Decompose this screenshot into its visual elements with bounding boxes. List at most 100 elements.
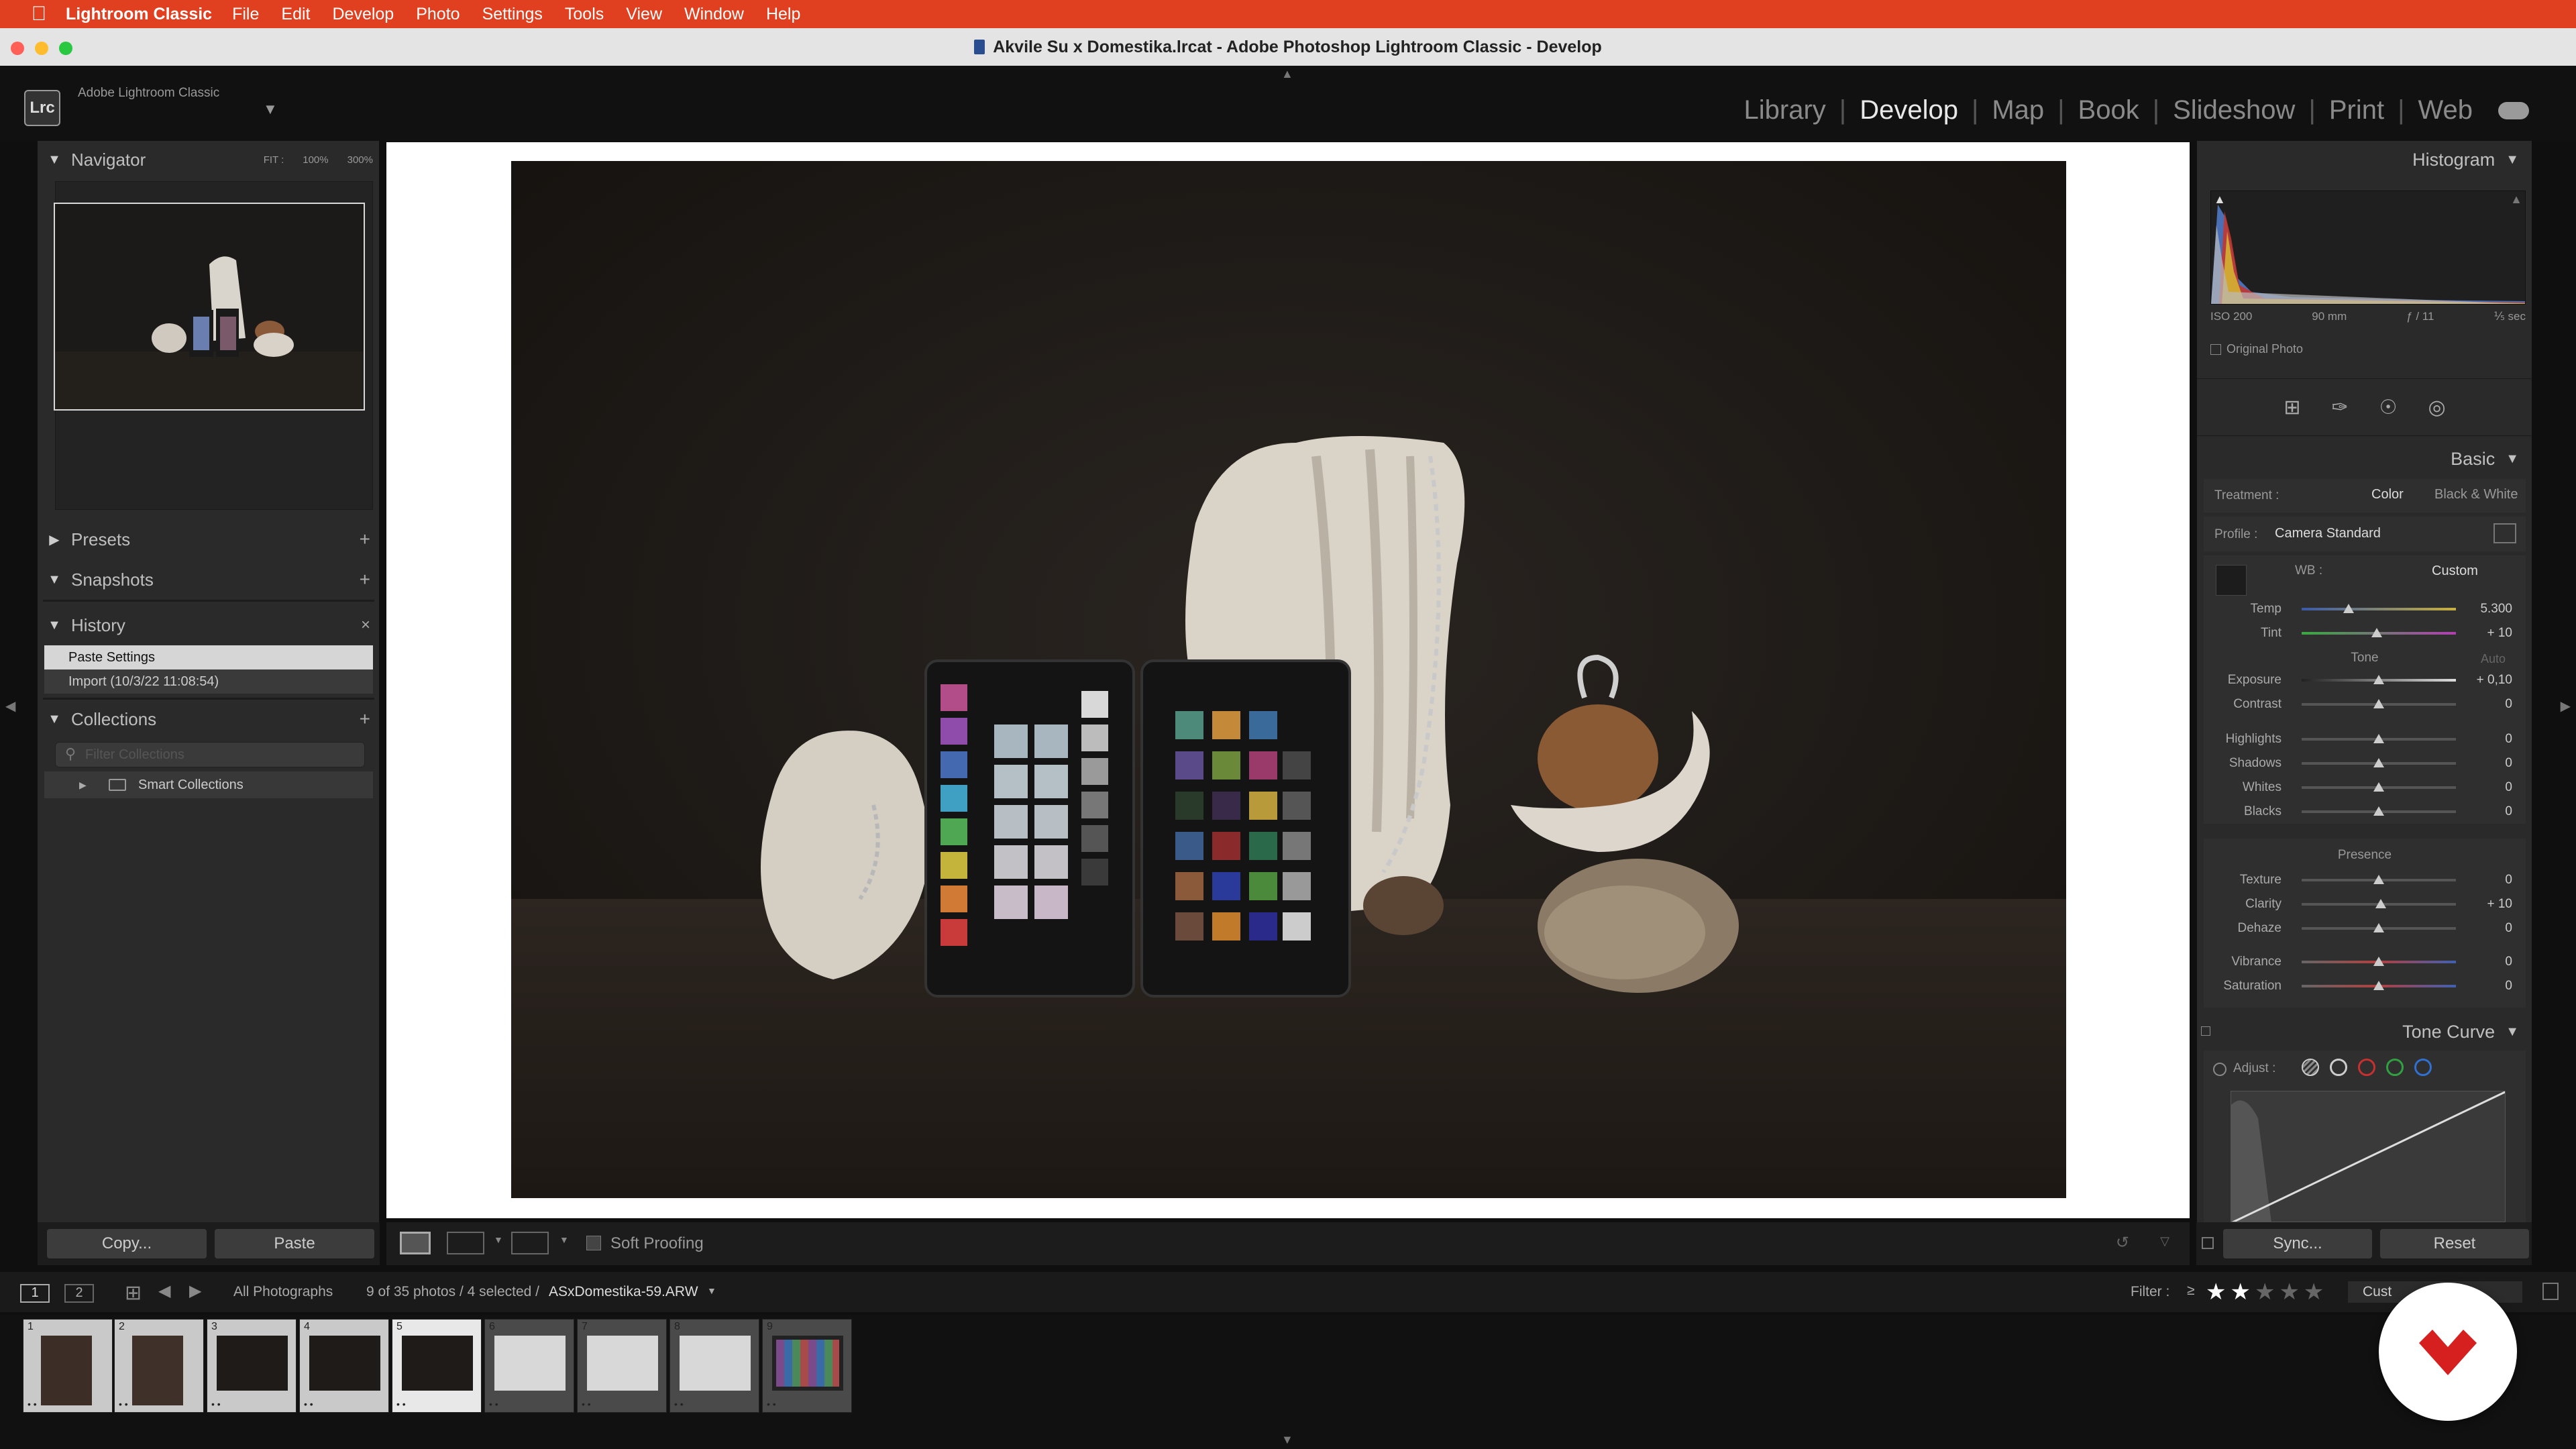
module-slideshow[interactable]: Slideshow <box>2159 95 2308 125</box>
forward-arrow-icon[interactable]: ▶ <box>189 1281 201 1301</box>
dehaze-thumb[interactable] <box>2373 923 2384 932</box>
copy-button[interactable]: Copy... <box>47 1229 207 1258</box>
zoom-window-button[interactable] <box>59 42 72 55</box>
profile-browser-icon[interactable] <box>2493 523 2516 543</box>
film-cell-6[interactable]: 6 • • <box>484 1319 574 1413</box>
dehaze-slider[interactable]: Dehaze 0 <box>2204 916 2526 941</box>
apple-icon[interactable]:  <box>25 3 52 25</box>
main-photo[interactable] <box>511 161 2066 1198</box>
highlights-thumb[interactable] <box>2373 734 2384 743</box>
shadows-value[interactable]: 0 <box>2505 756 2512 771</box>
history-header[interactable]: ▼ History × <box>38 606 380 644</box>
green-channel-icon[interactable] <box>2386 1059 2404 1076</box>
sync-toggle-icon[interactable] <box>2202 1237 2214 1249</box>
chevron-down-icon[interactable]: ▼ <box>494 1234 503 1245</box>
whites-value[interactable]: 0 <box>2505 780 2512 795</box>
point-curve-white-icon[interactable] <box>2330 1059 2347 1076</box>
saturation-value[interactable]: 0 <box>2505 979 2512 994</box>
film-cell-4[interactable]: 4 • • <box>299 1319 389 1413</box>
close-window-button[interactable] <box>11 42 24 55</box>
module-develop[interactable]: Develop <box>1846 95 1972 125</box>
tint-thumb[interactable] <box>2371 628 2382 637</box>
menu-view[interactable]: View <box>626 5 662 24</box>
red-channel-icon[interactable] <box>2358 1059 2375 1076</box>
yy-view-icon[interactable] <box>511 1232 549 1254</box>
contrast-value[interactable]: 0 <box>2505 697 2512 712</box>
contrast-slider[interactable]: Contrast 0 <box>2204 692 2526 716</box>
zoom-fit[interactable]: FIT : <box>264 154 284 166</box>
film-cell-2[interactable]: 2 • • <box>114 1319 204 1413</box>
menu-settings[interactable]: Settings <box>482 5 543 24</box>
module-print[interactable]: Print <box>2316 95 2398 125</box>
dehaze-value[interactable]: 0 <box>2505 921 2512 936</box>
temp-value[interactable]: 5.300 <box>2480 602 2512 616</box>
navigator-preview-image[interactable] <box>54 203 365 411</box>
parametric-curve-icon[interactable] <box>2302 1059 2319 1076</box>
source-label[interactable]: All Photographs <box>233 1284 333 1300</box>
cloud-icon[interactable] <box>2498 101 2529 119</box>
highlight-clipping-icon[interactable]: ▲ <box>2510 193 2522 207</box>
minimize-window-button[interactable] <box>35 42 48 55</box>
texture-thumb[interactable] <box>2373 875 2384 884</box>
crop-icon[interactable]: ⊞ <box>2284 396 2300 419</box>
app-menu[interactable]: Lightroom Classic <box>66 5 212 24</box>
history-item-import[interactable]: Import (10/3/22 11:08:54) <box>44 669 373 694</box>
shadows-thumb[interactable] <box>2373 758 2384 767</box>
blue-channel-icon[interactable] <box>2414 1059 2432 1076</box>
clarity-thumb[interactable] <box>2375 899 2386 908</box>
treatment-bw[interactable]: Black & White <box>2434 487 2518 502</box>
triangle-right-icon[interactable]: ▶ <box>79 780 87 791</box>
filter-collections-input[interactable]: ⚲ Filter Collections <box>55 742 365 767</box>
temp-thumb[interactable] <box>2343 604 2354 613</box>
tone-auto-button[interactable]: Auto <box>2481 652 2506 666</box>
navigator-header[interactable]: ▼ Navigator FIT : 100% 300% <box>38 141 380 178</box>
sync-button[interactable]: Sync... <box>2223 1229 2372 1258</box>
texture-slider[interactable]: Texture 0 <box>2204 868 2526 892</box>
menu-help[interactable]: Help <box>766 5 800 24</box>
texture-value[interactable]: 0 <box>2505 873 2512 888</box>
histogram-header[interactable]: Histogram ▼ <box>2197 141 2532 178</box>
clear-history-icon[interactable]: × <box>361 616 370 635</box>
menu-photo[interactable]: Photo <box>416 5 460 24</box>
back-arrow-icon[interactable]: ◀ <box>158 1281 170 1301</box>
main-window-button[interactable]: 1 <box>20 1284 50 1303</box>
menu-tools[interactable]: Tools <box>565 5 604 24</box>
history-item-paste-settings[interactable]: Paste Settings <box>44 645 373 669</box>
highlights-value[interactable]: 0 <box>2505 732 2512 747</box>
film-cell-3[interactable]: 3 • • <box>207 1319 297 1413</box>
contrast-thumb[interactable] <box>2373 699 2384 708</box>
add-collection-icon[interactable]: + <box>360 708 370 730</box>
chevron-down-icon[interactable]: ▼ <box>707 1285 716 1296</box>
snapshots-header[interactable]: ▼ Snapshots + <box>38 561 380 598</box>
chevron-down-icon[interactable]: ▼ <box>559 1234 569 1245</box>
module-map[interactable]: Map <box>1978 95 2057 125</box>
target-adjust-icon[interactable] <box>2213 1063 2226 1076</box>
shadows-slider[interactable]: Shadows 0 <box>2204 751 2526 775</box>
basic-header[interactable]: Basic ▼ <box>2197 440 2532 478</box>
collapse-top-icon[interactable]: ▲ <box>1281 67 1293 81</box>
whites-slider[interactable]: Whites 0 <box>2204 775 2526 800</box>
tone-curve-graph[interactable] <box>2231 1091 2506 1222</box>
grid-icon[interactable]: ⊞ <box>125 1281 142 1305</box>
collapse-bottom-icon[interactable]: ▼ <box>1281 1433 1293 1447</box>
exposure-slider[interactable]: Exposure + 0,10 <box>2204 668 2526 692</box>
eyedropper-icon[interactable] <box>2216 565 2247 596</box>
soft-proofing-checkbox[interactable] <box>586 1236 601 1250</box>
tone-curve-toggle[interactable] <box>2201 1026 2210 1036</box>
menu-file[interactable]: File <box>232 5 259 24</box>
tint-slider[interactable]: Tint + 10 <box>2204 621 2526 645</box>
presets-header[interactable]: ▶ Presets + <box>38 521 380 558</box>
original-photo-checkbox[interactable] <box>2210 343 2221 355</box>
loupe-view-icon[interactable] <box>400 1232 431 1254</box>
vibrance-slider[interactable]: Vibrance 0 <box>2204 950 2526 974</box>
saturation-thumb[interactable] <box>2373 981 2384 990</box>
module-library[interactable]: Library <box>1731 95 1839 125</box>
shadow-clipping-icon[interactable]: ▲ <box>2214 193 2226 207</box>
collapse-left-icon[interactable]: ◀ <box>5 698 15 714</box>
add-preset-icon[interactable]: + <box>360 529 370 550</box>
film-cell-7[interactable]: 7 • • <box>577 1319 667 1413</box>
collapse-right-icon[interactable]: ▶ <box>2561 698 2571 714</box>
saturation-slider[interactable]: Saturation 0 <box>2204 974 2526 998</box>
highlights-slider[interactable]: Highlights 0 <box>2204 727 2526 751</box>
film-cell-9[interactable]: 9 • • <box>762 1319 852 1413</box>
